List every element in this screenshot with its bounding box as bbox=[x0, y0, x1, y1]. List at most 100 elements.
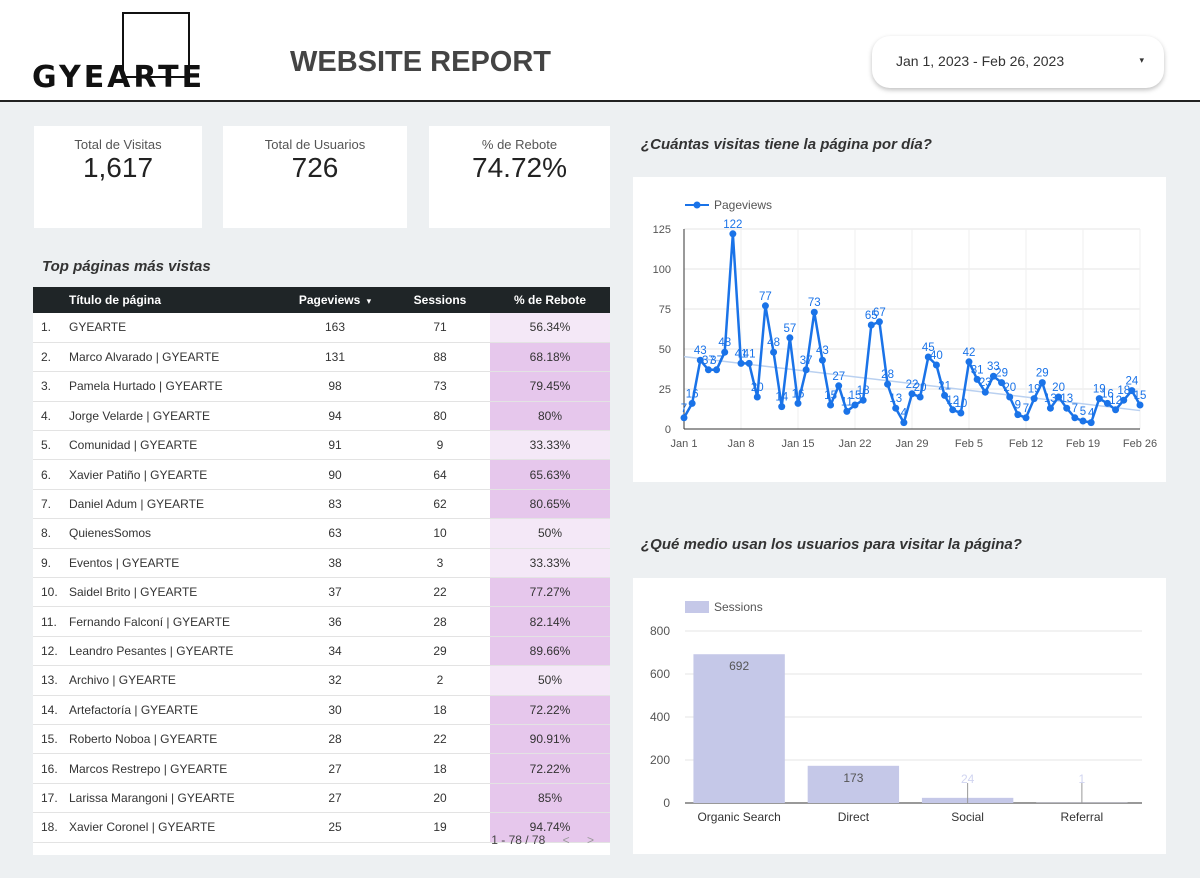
data-point bbox=[843, 407, 851, 415]
header-rebote[interactable]: % de Rebote bbox=[490, 287, 610, 313]
data-label: 23 bbox=[979, 377, 992, 389]
data-label: 37 bbox=[800, 355, 813, 367]
legend-label: Pageviews bbox=[714, 198, 772, 212]
row-page-title: Daniel Adum | GYEARTE bbox=[69, 489, 280, 520]
data-label: 16 bbox=[792, 388, 805, 400]
row-rebote: 72.22% bbox=[490, 695, 610, 725]
data-label: 42 bbox=[963, 347, 976, 359]
row-page-title: Artefactoría | GYEARTE bbox=[69, 695, 280, 725]
table-row[interactable]: 2. Marco Alvarado | GYEARTE 131 88 68.18% bbox=[33, 342, 610, 373]
data-point bbox=[818, 356, 826, 364]
row-pageviews: 32 bbox=[280, 665, 390, 696]
table-row[interactable]: 11. Fernando Falconí | GYEARTE 36 28 82.14% bbox=[33, 606, 610, 637]
y-tick-label: 400 bbox=[650, 710, 670, 724]
header-page-title[interactable]: Título de página bbox=[69, 287, 280, 313]
row-rebote: 89.66% bbox=[490, 636, 610, 667]
y-tick-label: 50 bbox=[659, 344, 671, 356]
header-pageviews[interactable]: Pageviews ▾ bbox=[280, 287, 390, 313]
x-tick-label: Feb 26 bbox=[1123, 438, 1157, 450]
table-row[interactable]: 14. Artefactoría | GYEARTE 30 18 72.22% bbox=[33, 695, 610, 725]
table-row[interactable]: 13. Archivo | GYEARTE 32 2 50% bbox=[33, 665, 610, 696]
table-row[interactable]: 8. QuienesSomos 63 10 50% bbox=[33, 518, 610, 549]
x-tick-label: Social bbox=[951, 810, 984, 824]
prev-page-icon[interactable]: < bbox=[563, 833, 570, 847]
kpi-value: 1,617 bbox=[82, 152, 154, 183]
data-point bbox=[745, 359, 753, 367]
row-sessions: 22 bbox=[390, 724, 490, 755]
table-row[interactable]: 16. Marcos Restrepo | GYEARTE 27 18 72.22% bbox=[33, 753, 610, 784]
data-label: 1 bbox=[1079, 772, 1086, 786]
row-pageviews: 90 bbox=[280, 459, 390, 490]
table-row[interactable]: 6. Xavier Patiño | GYEARTE 90 64 65.63% bbox=[33, 459, 610, 490]
table-row[interactable]: 5. Comunidad | GYEARTE 91 9 33.33% bbox=[33, 430, 610, 461]
row-page-title: Archivo | GYEARTE bbox=[69, 665, 280, 696]
row-rebote: 50% bbox=[490, 665, 610, 696]
row-sessions: 20 bbox=[390, 783, 490, 814]
bar-chart-card: Sessions 0 200 400 600 800 692 Organic Search 17… bbox=[633, 578, 1166, 854]
data-point bbox=[761, 302, 769, 310]
data-point bbox=[1030, 395, 1038, 403]
data-label: 77 bbox=[759, 291, 772, 303]
table-row[interactable]: 1. GYEARTE 163 71 56.34% bbox=[33, 313, 610, 343]
data-point bbox=[1014, 411, 1022, 419]
data-label: 24 bbox=[961, 772, 975, 786]
data-point bbox=[1071, 414, 1079, 422]
data-label: 40 bbox=[930, 350, 943, 362]
page-title: WEBSITE REPORT bbox=[290, 46, 552, 78]
row-pageviews: 63 bbox=[280, 518, 390, 549]
data-point bbox=[680, 414, 688, 422]
x-tick-label: Feb 19 bbox=[1066, 438, 1100, 450]
table-row[interactable]: 4. Jorge Velarde | GYEARTE 94 80 80% bbox=[33, 401, 610, 432]
data-point bbox=[778, 403, 786, 411]
row-index: 8. bbox=[33, 518, 69, 549]
row-sessions: 88 bbox=[390, 342, 490, 373]
data-label: 15 bbox=[824, 390, 837, 402]
table-row[interactable]: 12. Leandro Pesantes | GYEARTE 34 29 89.66% bbox=[33, 636, 610, 667]
top-pages-table-card: Título de página Pageviews ▾ Sessions % … bbox=[33, 287, 610, 855]
date-range-picker[interactable]: Jan 1, 2023 - Feb 26, 2023 ▾ bbox=[872, 36, 1164, 88]
table-row[interactable]: 7. Daniel Adum | GYEARTE 83 62 80.65% bbox=[33, 489, 610, 520]
x-tick-label: Referral bbox=[1061, 810, 1104, 824]
data-point bbox=[1022, 414, 1030, 422]
row-index: 5. bbox=[33, 430, 69, 461]
table-row[interactable]: 17. Larissa Marangoni | GYEARTE 27 20 85% bbox=[33, 783, 610, 814]
row-index: 2. bbox=[33, 342, 69, 373]
row-index: 13. bbox=[33, 665, 69, 696]
kpi-value: 74.72% bbox=[472, 152, 567, 183]
y-tick-label: 25 bbox=[659, 384, 671, 396]
kpi-total-usuarios: Total de Usuarios 726 bbox=[223, 126, 407, 228]
data-label: 7 bbox=[1023, 403, 1029, 415]
data-label: 20 bbox=[751, 382, 764, 394]
row-rebote: 79.45% bbox=[490, 371, 610, 402]
table-row[interactable]: 10. Saidel Brito | GYEARTE 37 22 77.27% bbox=[33, 577, 610, 608]
table-row[interactable]: 15. Roberto Noboa | GYEARTE 28 22 90.91% bbox=[33, 724, 610, 755]
table-row[interactable]: 3. Pamela Hurtado | GYEARTE 98 73 79.45% bbox=[33, 371, 610, 402]
data-point bbox=[1087, 419, 1095, 427]
row-page-title: Jorge Velarde | GYEARTE bbox=[69, 401, 280, 432]
table-section-title: Top páginas más vistas bbox=[42, 258, 211, 275]
row-rebote: 90.91% bbox=[490, 724, 610, 755]
data-point bbox=[688, 399, 696, 407]
sort-desc-icon[interactable]: ▾ bbox=[367, 296, 372, 306]
row-page-title: Xavier Patiño | GYEARTE bbox=[69, 459, 280, 490]
row-page-title: GYEARTE bbox=[69, 313, 280, 343]
header-sessions[interactable]: Sessions bbox=[390, 287, 490, 313]
data-label: 57 bbox=[783, 323, 796, 335]
table-row[interactable]: 9. Eventos | GYEARTE 38 3 33.33% bbox=[33, 548, 610, 579]
row-pageviews: 28 bbox=[280, 724, 390, 755]
row-pageviews: 94 bbox=[280, 401, 390, 432]
chevron-down-icon[interactable]: ▾ bbox=[1139, 55, 1144, 66]
line-chart-title: ¿Cuántas visitas tiene la página por día… bbox=[641, 136, 932, 153]
data-label: 4 bbox=[1088, 408, 1095, 420]
row-rebote: 33.33% bbox=[490, 430, 610, 461]
row-pageviews: 27 bbox=[280, 753, 390, 784]
line-chart-card: Pageviews 0 25 50 75 100 125 Jan 1 Jan 8 Jan 15 Ja… bbox=[633, 177, 1166, 482]
data-label: 31 bbox=[971, 364, 984, 376]
table-pagination: 1 - 78 / 78 < > bbox=[491, 833, 594, 847]
top-pages-table: Título de página Pageviews ▾ Sessions % … bbox=[33, 287, 610, 843]
date-range-value: Jan 1, 2023 - Feb 26, 2023 bbox=[896, 53, 1065, 69]
legend-swatch bbox=[685, 601, 709, 613]
x-tick-label: Feb 5 bbox=[955, 438, 983, 450]
next-page-icon[interactable]: > bbox=[587, 833, 594, 847]
row-sessions: 2 bbox=[390, 665, 490, 696]
